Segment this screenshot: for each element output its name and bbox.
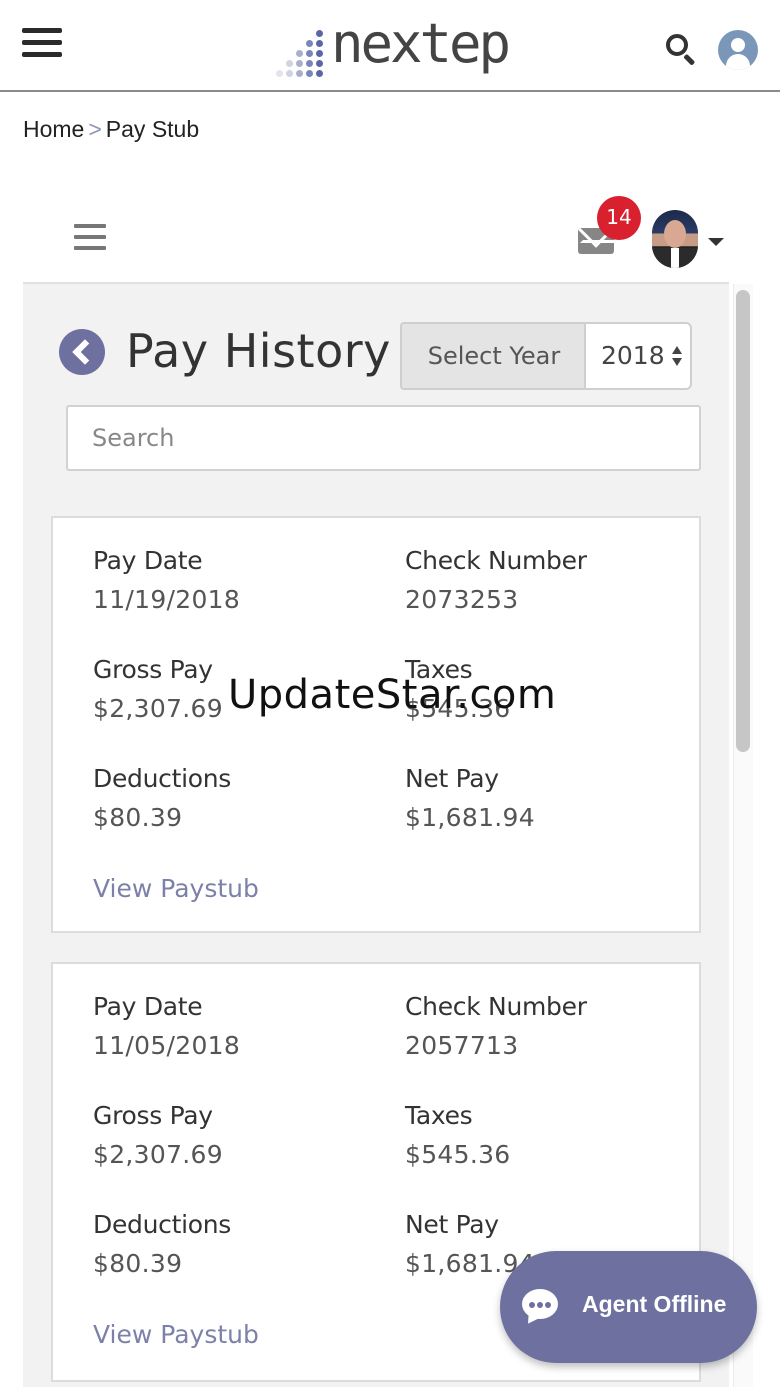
site-header: nextep	[0, 0, 780, 92]
deductions-field: Deductions $80.39	[93, 764, 231, 832]
pay-date-field: Pay Date 11/05/2018	[93, 992, 240, 1060]
account-icon[interactable]	[718, 30, 758, 70]
pay-date-value: 11/05/2018	[93, 1031, 241, 1060]
chevron-down-icon[interactable]	[708, 238, 724, 246]
watermark-text: UpdateStar.com	[228, 672, 557, 718]
view-paystub-link[interactable]: View Paystub	[93, 1320, 259, 1349]
unread-badge: 14	[597, 196, 641, 240]
search-icon[interactable]	[664, 32, 698, 66]
agent-status-label: Agent Offline	[582, 1291, 727, 1317]
gross-pay-label: Gross Pay	[93, 1101, 213, 1130]
search-input[interactable]	[66, 405, 701, 471]
deductions-value: $80.39	[93, 803, 183, 832]
brand-dots-icon	[276, 29, 323, 77]
gross-pay-field: Gross Pay $2,307.69	[93, 1101, 223, 1169]
breadcrumb: Home > Pay Stub	[23, 116, 199, 143]
pay-date-value: 11/19/2018	[93, 585, 241, 614]
scrollbar-thumb[interactable]	[736, 290, 750, 752]
user-avatar[interactable]	[652, 210, 698, 268]
year-select[interactable]: 2018	[584, 322, 692, 390]
deductions-label: Deductions	[93, 764, 232, 793]
check-number-label: Check Number	[405, 992, 587, 1021]
page-title: Pay History	[126, 324, 391, 378]
breadcrumb-current: Pay Stub	[105, 116, 200, 142]
taxes-field: Taxes $545.36	[405, 1101, 510, 1169]
check-number-field: Check Number 2073253	[405, 546, 587, 614]
brand-logo[interactable]: nextep	[276, 8, 511, 80]
breadcrumb-separator: >	[88, 116, 102, 142]
deductions-label: Deductions	[93, 1210, 232, 1239]
deductions-field: Deductions $80.39	[93, 1210, 231, 1278]
net-pay-field: Net Pay $1,681.94	[405, 764, 535, 832]
taxes-value: $545.36	[405, 1140, 511, 1169]
check-number-label: Check Number	[405, 546, 587, 575]
year-select-value: 2018	[601, 341, 665, 370]
gross-pay-field: Gross Pay $2,307.69	[93, 655, 223, 723]
back-icon[interactable]	[59, 329, 105, 375]
view-paystub-link[interactable]: View Paystub	[93, 874, 259, 903]
net-pay-value: $1,681.94	[405, 803, 535, 832]
pay-date-field: Pay Date 11/19/2018	[93, 546, 240, 614]
net-pay-label: Net Pay	[405, 764, 499, 793]
check-number-value: 2073253	[405, 585, 519, 614]
gross-pay-label: Gross Pay	[93, 655, 213, 684]
agent-chat-button[interactable]: Agent Offline	[500, 1251, 757, 1363]
app-menu-icon[interactable]	[74, 224, 106, 252]
select-arrows-icon	[672, 346, 682, 370]
check-number-field: Check Number 2057713	[405, 992, 587, 1060]
check-number-value: 2057713	[405, 1031, 519, 1060]
deductions-value: $80.39	[93, 1249, 183, 1278]
taxes-label: Taxes	[405, 1101, 473, 1130]
select-year-label: Select Year	[400, 322, 586, 390]
gross-pay-value: $2,307.69	[93, 694, 223, 723]
breadcrumb-home-link[interactable]: Home	[23, 116, 84, 142]
main-menu-icon[interactable]	[22, 28, 62, 60]
brand-name: nextep	[331, 12, 511, 75]
pay-date-label: Pay Date	[93, 546, 203, 575]
pay-date-label: Pay Date	[93, 992, 203, 1021]
net-pay-label: Net Pay	[405, 1210, 499, 1239]
chat-bubble-icon	[522, 1289, 558, 1319]
paystub-card: Pay Date 11/19/2018 Check Number 2073253…	[51, 516, 701, 933]
gross-pay-value: $2,307.69	[93, 1140, 223, 1169]
